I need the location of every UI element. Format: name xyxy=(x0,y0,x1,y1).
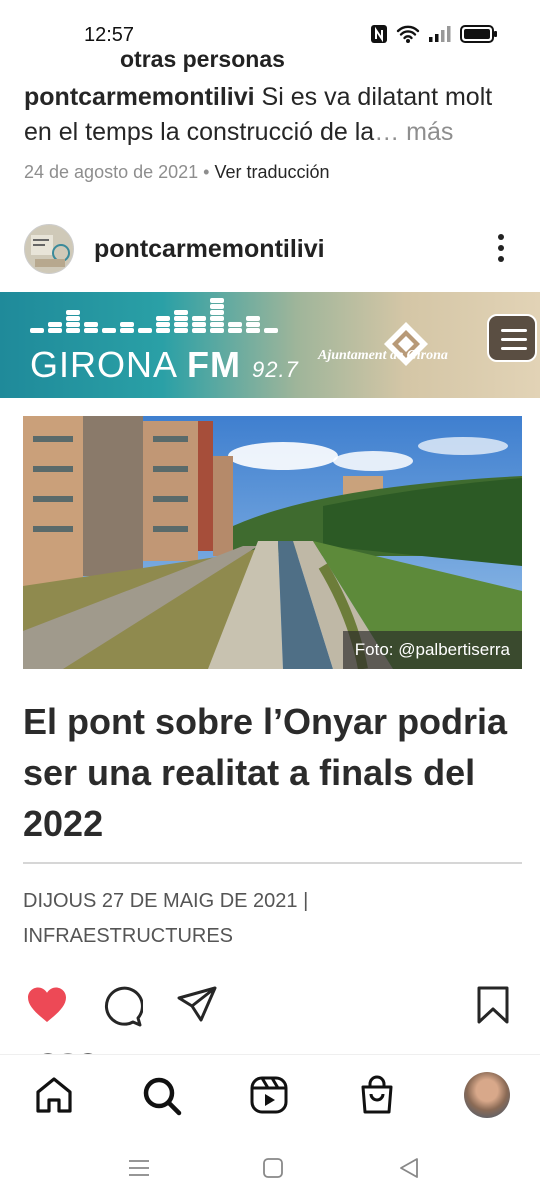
home-square-icon[interactable] xyxy=(262,1157,284,1179)
post-caption: pontcarmemontilivi Si es va dilatant mol… xyxy=(24,80,520,150)
post-image[interactable]: GIRONA FM 92.7 Ajuntament de Girona Foto… xyxy=(0,292,540,1052)
brand-frequency: 92.7 xyxy=(252,357,299,382)
post-username[interactable]: pontcarmemontilivi xyxy=(94,235,325,264)
bottom-nav xyxy=(0,1054,540,1140)
brand-fm: FM xyxy=(187,344,242,385)
article-meta: DIJOUS 27 DE MAIG DE 2021 | INFRAESTRUCT… xyxy=(23,884,522,954)
status-time: 12:57 xyxy=(84,24,135,46)
ajuntament-label: Ajuntament de Girona xyxy=(318,348,448,363)
status-icons xyxy=(370,24,498,44)
share-icon[interactable] xyxy=(176,985,218,1025)
home-icon[interactable] xyxy=(34,1075,74,1115)
nfc-icon xyxy=(371,25,387,43)
back-icon[interactable] xyxy=(398,1157,420,1179)
bookmark-icon[interactable] xyxy=(476,985,510,1025)
more-vertical-icon[interactable] xyxy=(496,232,506,264)
translate-link[interactable]: Ver traducción xyxy=(214,162,329,182)
post-header: pontcarmemontilivi xyxy=(24,222,520,276)
river-photo: Foto: @palbertiserra xyxy=(23,416,522,669)
article-separator: | xyxy=(297,890,309,912)
article-divider xyxy=(23,862,522,864)
radio-brand: GIRONA FM 92.7 xyxy=(30,344,299,386)
system-nav-bar xyxy=(0,1140,540,1200)
cut-off-text: otras personas xyxy=(120,46,285,72)
brand-name: GIRONA xyxy=(30,344,177,385)
meta-separator: • xyxy=(198,162,215,182)
recent-apps-icon[interactable] xyxy=(128,1157,150,1179)
caption-username[interactable]: pontcarmemontilivi xyxy=(24,83,255,111)
post-actions xyxy=(0,985,540,1029)
wifi-icon xyxy=(396,25,420,43)
equalizer-logo xyxy=(30,298,278,333)
article-date: DIJOUS 27 DE MAIG DE 2021 xyxy=(23,890,298,912)
caption-meta: 24 de agosto de 2021 • Ver traducción xyxy=(24,162,330,183)
profile-avatar[interactable] xyxy=(464,1072,510,1118)
article-headline: El pont sobre l’Onyar podria ser una rea… xyxy=(23,701,508,844)
search-icon[interactable] xyxy=(141,1075,183,1117)
heart-icon[interactable] xyxy=(26,985,68,1025)
post-date: 24 de agosto de 2021 xyxy=(24,162,199,182)
article-category: INFRAESTRUCTURES xyxy=(23,925,234,947)
caption-more-link[interactable]: … más xyxy=(374,118,453,146)
comment-icon[interactable] xyxy=(101,985,143,1027)
photo-credit: Foto: @palbertiserra xyxy=(342,631,522,669)
avatar[interactable] xyxy=(24,224,74,274)
radio-banner: GIRONA FM 92.7 Ajuntament de Girona xyxy=(0,292,540,398)
hamburger-menu-icon xyxy=(487,314,537,362)
battery-icon xyxy=(460,25,497,43)
shop-icon[interactable] xyxy=(358,1075,396,1115)
reels-icon[interactable] xyxy=(249,1075,289,1115)
signal-icon xyxy=(429,26,451,42)
